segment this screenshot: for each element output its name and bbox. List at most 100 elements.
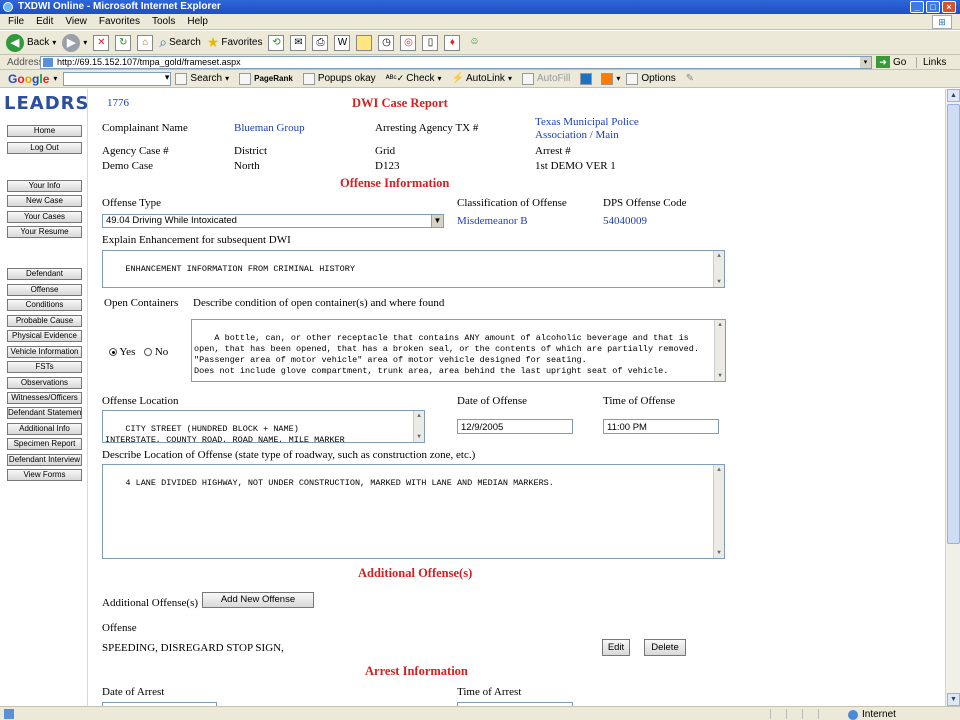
menu-bar: File Edit View Favorites Tools Help ⊞ — [0, 14, 960, 30]
offense-time-input[interactable]: 11:00 PM — [603, 419, 719, 434]
describe-location-label: Describe Location of Offense (state type… — [102, 449, 476, 461]
textarea-scrollbar[interactable]: ▲ ▼ — [713, 251, 724, 287]
phone-icon[interactable]: ▯ — [422, 34, 439, 51]
enhancement-label: Explain Enhancement for subsequent DWI — [102, 234, 291, 246]
autofill-button[interactable]: AutoFill — [521, 72, 570, 85]
pencil-icon[interactable]: ✎ — [686, 73, 694, 84]
offense-location-textarea[interactable]: CITY STREET (HUNDRED BLOCK + NAME) INTER… — [102, 410, 425, 443]
delete-offense-button[interactable]: Delete — [644, 639, 686, 656]
offense-type-select[interactable]: 49.04 Driving While Intoxicated ▼ — [102, 214, 444, 228]
search-button[interactable]: ⌕ Search — [159, 34, 201, 51]
stop-icon[interactable]: ✕ — [93, 34, 110, 51]
close-window-button[interactable]: × — [942, 1, 956, 13]
back-button[interactable]: ◀ Back ▾ — [6, 33, 56, 52]
standard-toolbar: ◀ Back ▾ ▶ ▾ ✕ ↻ ⌂ ⌕ Search ★ Favorites ⟲ … — [0, 31, 960, 55]
autolink-button[interactable]: ⚡ AutoLink ▾ — [452, 73, 512, 84]
abc-check-icon: ᴬᴮᶜ✓ — [385, 73, 405, 83]
offense-location-label: Offense Location — [102, 395, 179, 407]
sidebar-item-log-out[interactable]: Log Out — [7, 142, 82, 154]
offense-info-heading: Offense Information — [340, 176, 450, 190]
arresting-agency-value-line1: Texas Municipal Police — [535, 116, 639, 128]
edit-offense-button[interactable]: Edit — [602, 639, 630, 656]
describe-container-label: Describe condition of open container(s) … — [193, 297, 445, 309]
menu-tools[interactable]: Tools — [152, 16, 175, 27]
messenger-icon[interactable]: ☺ — [466, 35, 482, 51]
textarea-scrollbar[interactable]: ▲ ▼ — [713, 465, 724, 558]
textarea-scrollbar[interactable]: ▲ ▼ — [714, 320, 725, 381]
sidebar-item-observations[interactable]: Observations — [7, 377, 82, 389]
history-icon[interactable]: ⟲ — [268, 34, 285, 51]
sidebar-item-fsts[interactable]: FSTs — [7, 361, 82, 373]
additional-offenses-heading: Additional Offense(s) — [358, 566, 473, 580]
page-scrollbar[interactable]: ▲ ▼ — [945, 89, 960, 706]
open-containers-yes-radio[interactable] — [109, 348, 117, 357]
links-button[interactable]: Links — [916, 57, 946, 68]
badge-icon[interactable]: ♦ — [444, 34, 461, 51]
edit-word-icon[interactable]: W — [334, 34, 351, 51]
enhancement-textarea[interactable]: ENHANCEMENT INFORMATION FROM CRIMINAL HI… — [102, 250, 725, 288]
maximize-button[interactable]: □ — [926, 1, 940, 13]
classification-value: Misdemeanor B — [457, 215, 528, 227]
address-label: Address — [7, 57, 44, 68]
sidebar-item-your-cases[interactable]: Your Cases — [7, 211, 82, 223]
menu-help[interactable]: Help — [187, 16, 208, 27]
sidebar-item-witnesses-officers[interactable]: Witnesses/Officers — [7, 392, 82, 404]
open-container-description-textarea[interactable]: A bottle, can, or other receptacle that … — [191, 319, 726, 382]
address-input[interactable]: http://69.15.152.107/tmpa_gold/frameset.… — [40, 56, 872, 69]
describe-location-textarea[interactable]: 4 LANE DIVIDED HIGHWAY, NOT UNDER CONSTR… — [102, 464, 725, 559]
sidebar-item-defendant-statement[interactable]: Defendant Statement — [7, 407, 82, 419]
go-button[interactable]: ➜ Go — [876, 56, 906, 68]
sidebar-item-conditions[interactable]: Conditions — [7, 299, 82, 311]
sidebar-item-view-forms[interactable]: View Forms — [7, 469, 82, 481]
add-new-offense-button[interactable]: Add New Offense — [202, 592, 314, 608]
menu-view[interactable]: View — [65, 16, 87, 27]
sidebar-item-offense[interactable]: Offense — [7, 284, 82, 296]
pagerank-button[interactable]: PageRank — [239, 72, 293, 85]
google-search-button[interactable]: Search ▾ — [175, 72, 229, 85]
home-icon[interactable]: ⌂ — [137, 34, 154, 51]
address-dropdown-icon[interactable]: ▾ — [860, 57, 871, 68]
options-button[interactable]: Options — [626, 72, 676, 85]
textarea-scrollbar[interactable]: ▲ ▼ — [413, 411, 424, 442]
sidebar-item-your-resume[interactable]: Your Resume — [7, 226, 82, 238]
scroll-down-icon[interactable]: ▼ — [947, 693, 960, 706]
no-label: No — [154, 346, 169, 358]
mail-icon[interactable]: ✉ — [290, 34, 307, 51]
sidebar-item-additional-info[interactable]: Additional Info — [7, 423, 82, 435]
popups-button[interactable]: Popups okay — [302, 72, 376, 85]
sidebar-item-home[interactable]: Home — [7, 125, 82, 137]
sidebar-item-physical-evidence[interactable]: Physical Evidence — [7, 330, 82, 342]
lifesaver-icon[interactable]: ◎ — [400, 34, 417, 51]
minimize-button[interactable]: _ — [910, 1, 924, 13]
sidebar-item-vehicle-information[interactable]: Vehicle Information — [7, 346, 82, 358]
scroll-up-icon[interactable]: ▲ — [947, 89, 960, 102]
menu-file[interactable]: File — [8, 16, 24, 27]
forward-button[interactable]: ▶ ▾ — [62, 33, 87, 52]
sidebar-item-specimen-report[interactable]: Specimen Report — [7, 438, 82, 450]
refresh-icon[interactable]: ↻ — [115, 34, 132, 51]
open-containers-label: Open Containers — [104, 297, 179, 309]
print-icon[interactable]: ⎙ — [312, 34, 329, 51]
address-bar: Address http://69.15.152.107/tmpa_gold/f… — [0, 55, 960, 70]
scrollbar-thumb[interactable] — [947, 104, 960, 544]
sidebar-item-probable-cause[interactable]: Probable Cause — [7, 315, 82, 327]
menu-favorites[interactable]: Favorites — [99, 16, 140, 27]
google-logo[interactable]: Google — [8, 72, 49, 86]
open-containers-no-radio[interactable] — [144, 348, 153, 357]
clock-icon[interactable]: ◷ — [378, 34, 395, 51]
offense-type-label: Offense Type — [102, 197, 162, 209]
offense-date-input[interactable]: 12/9/2005 — [457, 419, 573, 434]
google-blue-icon[interactable] — [580, 72, 593, 85]
note-icon[interactable] — [356, 34, 373, 51]
sidebar-item-your-info[interactable]: Your Info — [7, 180, 82, 192]
favorites-button[interactable]: ★ Favorites — [207, 34, 263, 51]
sidebar-item-defendant-interview[interactable]: Defendant Interview — [7, 454, 82, 466]
spell-check-button[interactable]: ᴬᴮᶜ✓ Check ▾ — [386, 73, 442, 84]
go-arrow-icon: ➜ — [876, 56, 890, 68]
sidebar-item-new-case[interactable]: New Case — [7, 195, 82, 207]
blogger-icon[interactable] — [601, 72, 614, 85]
menu-edit[interactable]: Edit — [36, 16, 53, 27]
sidebar-item-defendant[interactable]: Defendant — [7, 268, 82, 280]
page-title: DWI Case Report — [352, 96, 448, 110]
google-search-input[interactable] — [63, 71, 172, 86]
